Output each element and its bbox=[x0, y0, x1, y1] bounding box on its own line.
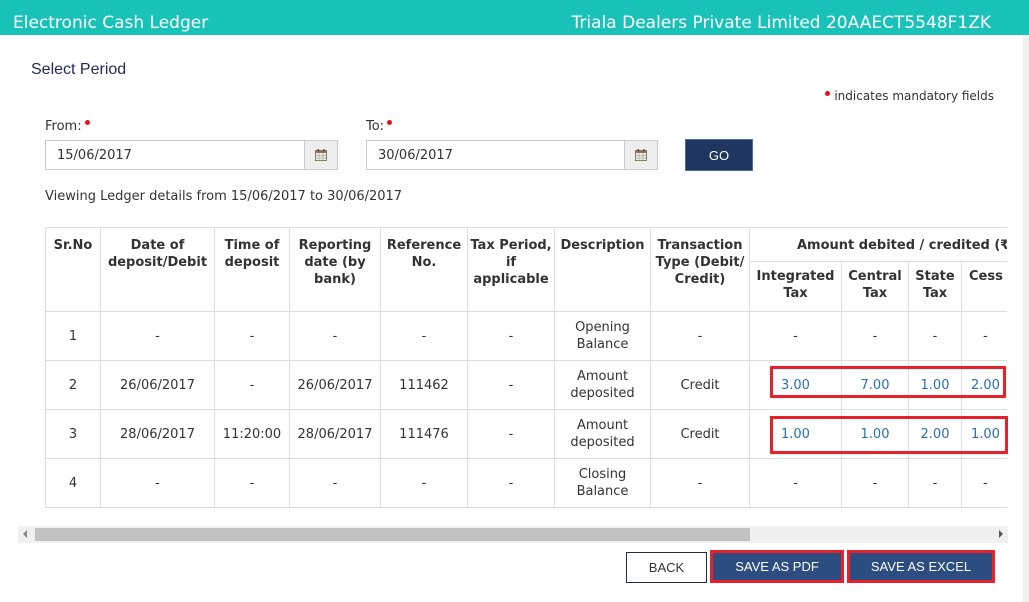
header-transaction-type: Transaction Type (Debit/ Credit) bbox=[650, 227, 750, 312]
table-row: 1 - - - - - Opening Balance - - - - - bbox=[45, 311, 1007, 361]
cell-integrated-tax[interactable]: 3.00 bbox=[749, 360, 842, 410]
cell-cess[interactable]: 2.00 bbox=[961, 360, 1007, 410]
save-as-pdf-button[interactable]: SAVE AS PDF bbox=[710, 550, 844, 583]
ledger-table-container: Sr.No Date of deposit/Debit Time of depo… bbox=[45, 227, 1007, 509]
company-name: Triala Dealers Private Limited 20AAECT55… bbox=[571, 13, 991, 33]
cell-state-tax[interactable]: 1.00 bbox=[908, 360, 962, 410]
cell-reporting-date: - bbox=[289, 458, 381, 508]
to-label: To: bbox=[366, 119, 393, 134]
cell-reference: 111462 bbox=[380, 360, 468, 410]
cell-central-tax: - bbox=[841, 311, 909, 361]
cell-cess[interactable]: 1.00 bbox=[961, 409, 1007, 459]
header-time: Time of deposit bbox=[214, 227, 290, 312]
section-heading: Select Period bbox=[31, 61, 127, 78]
from-date-input[interactable] bbox=[45, 140, 304, 170]
header-integrated-tax: Integrated Tax bbox=[749, 261, 842, 312]
header-central-tax: Central Tax bbox=[841, 261, 909, 312]
required-dot-icon bbox=[387, 120, 393, 125]
cell-reporting-date: 26/06/2017 bbox=[289, 360, 381, 410]
mandatory-note: indicates mandatory fields bbox=[825, 89, 994, 103]
cell-sr: 4 bbox=[45, 458, 101, 508]
cell-tax-period: - bbox=[467, 360, 555, 410]
cell-tax-period: - bbox=[467, 458, 555, 508]
cell-time: - bbox=[214, 311, 290, 361]
header-reporting-date: Reporting date (by bank) bbox=[289, 227, 381, 312]
cell-integrated-tax[interactable]: 1.00 bbox=[749, 409, 842, 459]
cell-date: - bbox=[100, 458, 215, 508]
cell-cess: - bbox=[961, 458, 1007, 508]
cell-transaction-type: Credit bbox=[650, 409, 750, 459]
go-button[interactable]: GO bbox=[685, 139, 753, 171]
calendar-icon bbox=[635, 149, 647, 161]
header-sr-no: Sr.No bbox=[45, 227, 101, 312]
header-bar: Electronic Cash Ledger Triala Dealers Pr… bbox=[0, 0, 1029, 35]
horizontal-scrollbar[interactable] bbox=[18, 526, 1008, 543]
cell-time: 11:20:00 bbox=[214, 409, 290, 459]
page-title: Electronic Cash Ledger bbox=[13, 13, 209, 33]
header-amount-group: Amount debited / credited (₹) bbox=[748, 227, 1007, 262]
ledger-table: Sr.No Date of deposit/Debit Time of depo… bbox=[45, 227, 1007, 508]
cell-central-tax: - bbox=[841, 458, 909, 508]
scroll-right-icon[interactable] bbox=[999, 530, 1003, 538]
cell-central-tax[interactable]: 1.00 bbox=[841, 409, 909, 459]
from-calendar-button[interactable] bbox=[304, 140, 338, 170]
cell-tax-period: - bbox=[467, 311, 555, 361]
cell-reference: - bbox=[380, 458, 468, 508]
cell-sr: 2 bbox=[45, 360, 101, 410]
cell-sr: 3 bbox=[45, 409, 101, 459]
header-reference: Reference No. bbox=[380, 227, 468, 312]
cell-description: Amount deposited bbox=[554, 360, 651, 410]
cell-sr: 1 bbox=[45, 311, 101, 361]
table-row: 2 26/06/2017 - 26/06/2017 111462 - Amoun… bbox=[45, 360, 1007, 410]
cell-transaction-type: Credit bbox=[650, 360, 750, 410]
table-row: 4 - - - - - Closing Balance - - - - - bbox=[45, 458, 1007, 508]
cell-reference: 111476 bbox=[380, 409, 468, 459]
cell-reference: - bbox=[380, 311, 468, 361]
from-date-field bbox=[45, 140, 338, 170]
cell-state-tax: - bbox=[908, 458, 962, 508]
from-label-text: From: bbox=[45, 119, 82, 134]
save-as-excel-button[interactable]: SAVE AS EXCEL bbox=[847, 550, 995, 583]
page-scrollbar[interactable] bbox=[1023, 35, 1029, 602]
calendar-icon bbox=[315, 149, 327, 161]
cell-date: 26/06/2017 bbox=[100, 360, 215, 410]
header-state-tax: State Tax bbox=[908, 261, 962, 312]
required-dot-icon bbox=[84, 120, 90, 125]
to-date-input[interactable] bbox=[366, 140, 624, 170]
cell-state-tax[interactable]: 2.00 bbox=[908, 409, 962, 459]
cell-description: Opening Balance bbox=[554, 311, 651, 361]
cell-state-tax: - bbox=[908, 311, 962, 361]
to-label-text: To: bbox=[366, 119, 385, 134]
cell-reporting-date: 28/06/2017 bbox=[289, 409, 381, 459]
back-button[interactable]: BACK bbox=[626, 552, 707, 583]
header-date: Date of deposit/Debit bbox=[100, 227, 215, 312]
mandatory-note-text: indicates mandatory fields bbox=[834, 89, 994, 103]
cell-integrated-tax: - bbox=[749, 458, 842, 508]
header-cess: Cess bbox=[961, 261, 1007, 312]
cell-date: 28/06/2017 bbox=[100, 409, 215, 459]
table-row: 3 28/06/2017 11:20:00 28/06/2017 111476 … bbox=[45, 409, 1007, 459]
header-description: Description bbox=[554, 227, 651, 312]
viewing-period-text: Viewing Ledger details from 15/06/2017 t… bbox=[45, 189, 403, 204]
cell-integrated-tax: - bbox=[749, 311, 842, 361]
scroll-left-icon[interactable] bbox=[23, 530, 27, 538]
cell-time: - bbox=[214, 360, 290, 410]
cell-central-tax[interactable]: 7.00 bbox=[841, 360, 909, 410]
cell-tax-period: - bbox=[467, 409, 555, 459]
to-date-field bbox=[366, 140, 658, 170]
scrollbar-thumb[interactable] bbox=[35, 528, 750, 541]
cell-description: Closing Balance bbox=[554, 458, 651, 508]
cell-date: - bbox=[100, 311, 215, 361]
header-tax-period: Tax Period, if applicable bbox=[467, 227, 555, 312]
from-label: From: bbox=[45, 119, 90, 134]
to-calendar-button[interactable] bbox=[624, 140, 658, 170]
cell-transaction-type: - bbox=[650, 458, 750, 508]
required-dot-icon bbox=[825, 91, 831, 96]
cell-transaction-type: - bbox=[650, 311, 750, 361]
cell-time: - bbox=[214, 458, 290, 508]
cell-cess: - bbox=[961, 311, 1007, 361]
cell-reporting-date: - bbox=[289, 311, 381, 361]
cell-description: Amount deposited bbox=[554, 409, 651, 459]
